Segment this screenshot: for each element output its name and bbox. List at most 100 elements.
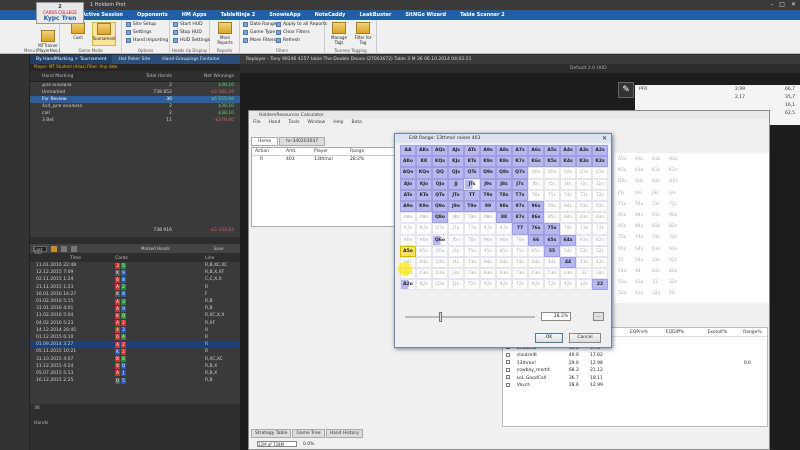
- range-cell[interactable]: 86o: [496, 234, 512, 246]
- range-cell[interactable]: 52o: [544, 279, 560, 291]
- range-cell[interactable]: Q4s: [560, 167, 576, 179]
- col-hand-marking[interactable]: Hand Marking: [30, 74, 110, 79]
- range-cell[interactable]: K2o: [416, 279, 432, 291]
- hand-row[interactable]: 21.11.2015 1:23 A 2 R: [30, 284, 240, 291]
- range-cell[interactable]: T6o: [464, 234, 480, 246]
- range-cell[interactable]: 95s: [544, 200, 560, 213]
- tab-home[interactable]: Home: [251, 137, 279, 146]
- range-cell[interactable]: QTo: [432, 189, 448, 201]
- hand-importing-button[interactable]: Hand Importing: [126, 38, 168, 43]
- range-cell[interactable]: Q2s: [592, 167, 608, 179]
- range-cell[interactable]: AKs: [416, 145, 432, 157]
- tab-strategy-table[interactable]: Strategy Table: [251, 429, 292, 438]
- eq-checkbox[interactable]: [503, 367, 513, 374]
- table-row[interactable]: Unmarked 738 852 -$3 582,29: [30, 89, 240, 96]
- hrc-menu-item[interactable]: Tools: [288, 120, 299, 125]
- range-cell[interactable]: J4s: [560, 178, 576, 190]
- range-cell[interactable]: 22: [592, 279, 608, 291]
- col-time[interactable]: Time: [30, 256, 90, 261]
- dialog-close-icon[interactable]: ✕: [602, 135, 607, 142]
- range-cell[interactable]: K5s: [544, 156, 560, 168]
- hrc-menu-item[interactable]: Beta: [352, 120, 362, 125]
- range-cell[interactable]: J5o: [448, 245, 464, 257]
- range-cell[interactable]: A6s: [528, 145, 544, 157]
- range-cell[interactable]: A4s: [560, 145, 576, 157]
- range-cell[interactable]: 65s: [544, 234, 560, 246]
- range-cell[interactable]: 55: [544, 245, 560, 257]
- range-cell[interactable]: T5o: [464, 245, 480, 257]
- col-total-hands[interactable]: Total Hands: [110, 74, 172, 79]
- range-cell[interactable]: 63o: [528, 268, 544, 280]
- range-cell[interactable]: 96o: [480, 234, 496, 246]
- start-hud-button[interactable]: Start HUD: [173, 22, 203, 27]
- range-cell[interactable]: 82o: [496, 279, 512, 291]
- range-cell[interactable]: 84s: [560, 212, 576, 224]
- range-cell[interactable]: J6o: [448, 234, 464, 246]
- eq-checkbox[interactable]: [503, 382, 513, 389]
- range-cell[interactable]: KK: [416, 156, 432, 168]
- range-cell[interactable]: A7s: [512, 145, 528, 157]
- range-cell[interactable]: AJo: [400, 178, 416, 190]
- menu-item-5[interactable]: NoteCaddy: [315, 12, 346, 18]
- range-cell[interactable]: T9o: [464, 200, 480, 213]
- range-cell[interactable]: Q7s: [512, 167, 528, 179]
- range-cell[interactable]: J2s: [592, 178, 608, 190]
- range-cell[interactable]: Q9o: [432, 200, 448, 213]
- tab-game-tree[interactable]: Game Tree: [292, 429, 325, 438]
- range-cell[interactable]: 87s: [512, 212, 528, 224]
- minimize-icon[interactable]: –: [770, 1, 773, 8]
- pen-icon[interactable]: ✎: [618, 82, 634, 98]
- range-cell[interactable]: A7o: [400, 223, 416, 235]
- stop-hud-button[interactable]: Stop HUD: [173, 30, 202, 35]
- hand-row[interactable]: 02.11.2015 1:24 6 8 C,C,X,X: [30, 276, 240, 283]
- range-cell[interactable]: T7o: [464, 223, 480, 235]
- tab-hand-history[interactable]: Hand History: [325, 429, 363, 438]
- menu-item-1[interactable]: Opponents: [137, 12, 168, 18]
- range-cell[interactable]: ATs: [464, 145, 480, 157]
- hand-row[interactable]: 14.12.2014 20:45 4 3 R: [30, 327, 240, 334]
- range-cell[interactable]: K7s: [512, 156, 528, 168]
- range-cell[interactable]: T4o: [464, 256, 480, 269]
- range-cell[interactable]: Q6o: [432, 234, 448, 246]
- range-percent-input[interactable]: 28.2%: [541, 312, 571, 321]
- range-cell[interactable]: K4s: [560, 156, 576, 168]
- hud-settings-button[interactable]: HUD Settings: [173, 38, 210, 43]
- range-cell[interactable]: 44: [560, 256, 576, 269]
- hrc-menu-item[interactable]: File: [253, 120, 261, 125]
- settings-button[interactable]: Settings: [126, 30, 151, 35]
- menu-item-7[interactable]: SitNGo Wizard: [405, 12, 446, 18]
- hand-row[interactable]: 05.11.2015 10:21 K 2 R: [30, 348, 240, 355]
- range-cell[interactable]: 42o: [560, 279, 576, 291]
- menu-item-6[interactable]: LeakBuster: [359, 12, 391, 18]
- eq-row[interactable]: Vavch 28.6 12.99: [503, 382, 767, 390]
- range-options-button[interactable]: ...: [593, 312, 604, 321]
- range-cell[interactable]: 72o: [512, 279, 528, 291]
- range-cell[interactable]: 54o: [544, 256, 560, 269]
- range-cell[interactable]: KJo: [416, 178, 432, 190]
- range-cell[interactable]: AJs: [448, 145, 464, 157]
- range-cell[interactable]: KQs: [432, 156, 448, 168]
- range-cell[interactable]: K7o: [416, 223, 432, 235]
- tab-hand[interactable]: hr-340203047: [279, 137, 326, 146]
- range-cell[interactable]: 84o: [496, 256, 512, 269]
- range-cell[interactable]: TT: [464, 189, 480, 201]
- more-filters-button[interactable]: More Filters: [243, 38, 276, 43]
- range-cell[interactable]: 62o: [528, 279, 544, 291]
- range-cell[interactable]: J7s: [512, 178, 528, 190]
- range-cell[interactable]: J3s: [576, 178, 592, 190]
- replay-icon[interactable]: [61, 245, 67, 252]
- maximize-icon[interactable]: □: [779, 1, 785, 8]
- range-cell[interactable]: A8s: [496, 145, 512, 157]
- range-cell[interactable]: 54s: [560, 245, 576, 257]
- range-cell[interactable]: K9o: [416, 200, 432, 213]
- hand-row[interactable]: 11.02.2016 5:04 K Q R,XC,X,X: [30, 312, 240, 319]
- range-cell[interactable]: K8s: [496, 156, 512, 168]
- range-cell[interactable]: T2o: [464, 279, 480, 291]
- range-cell[interactable]: K6o: [416, 234, 432, 246]
- eq-row[interactable]: cloutre4t 49.6 17.62: [503, 352, 767, 360]
- range-cell[interactable]: 95o: [480, 245, 496, 257]
- range-cell[interactable]: 77: [512, 223, 528, 235]
- range-cell[interactable]: 98o: [480, 212, 496, 224]
- table-row[interactable]: call 2 $38,10: [30, 110, 240, 117]
- range-cell[interactable]: Q5o: [432, 245, 448, 257]
